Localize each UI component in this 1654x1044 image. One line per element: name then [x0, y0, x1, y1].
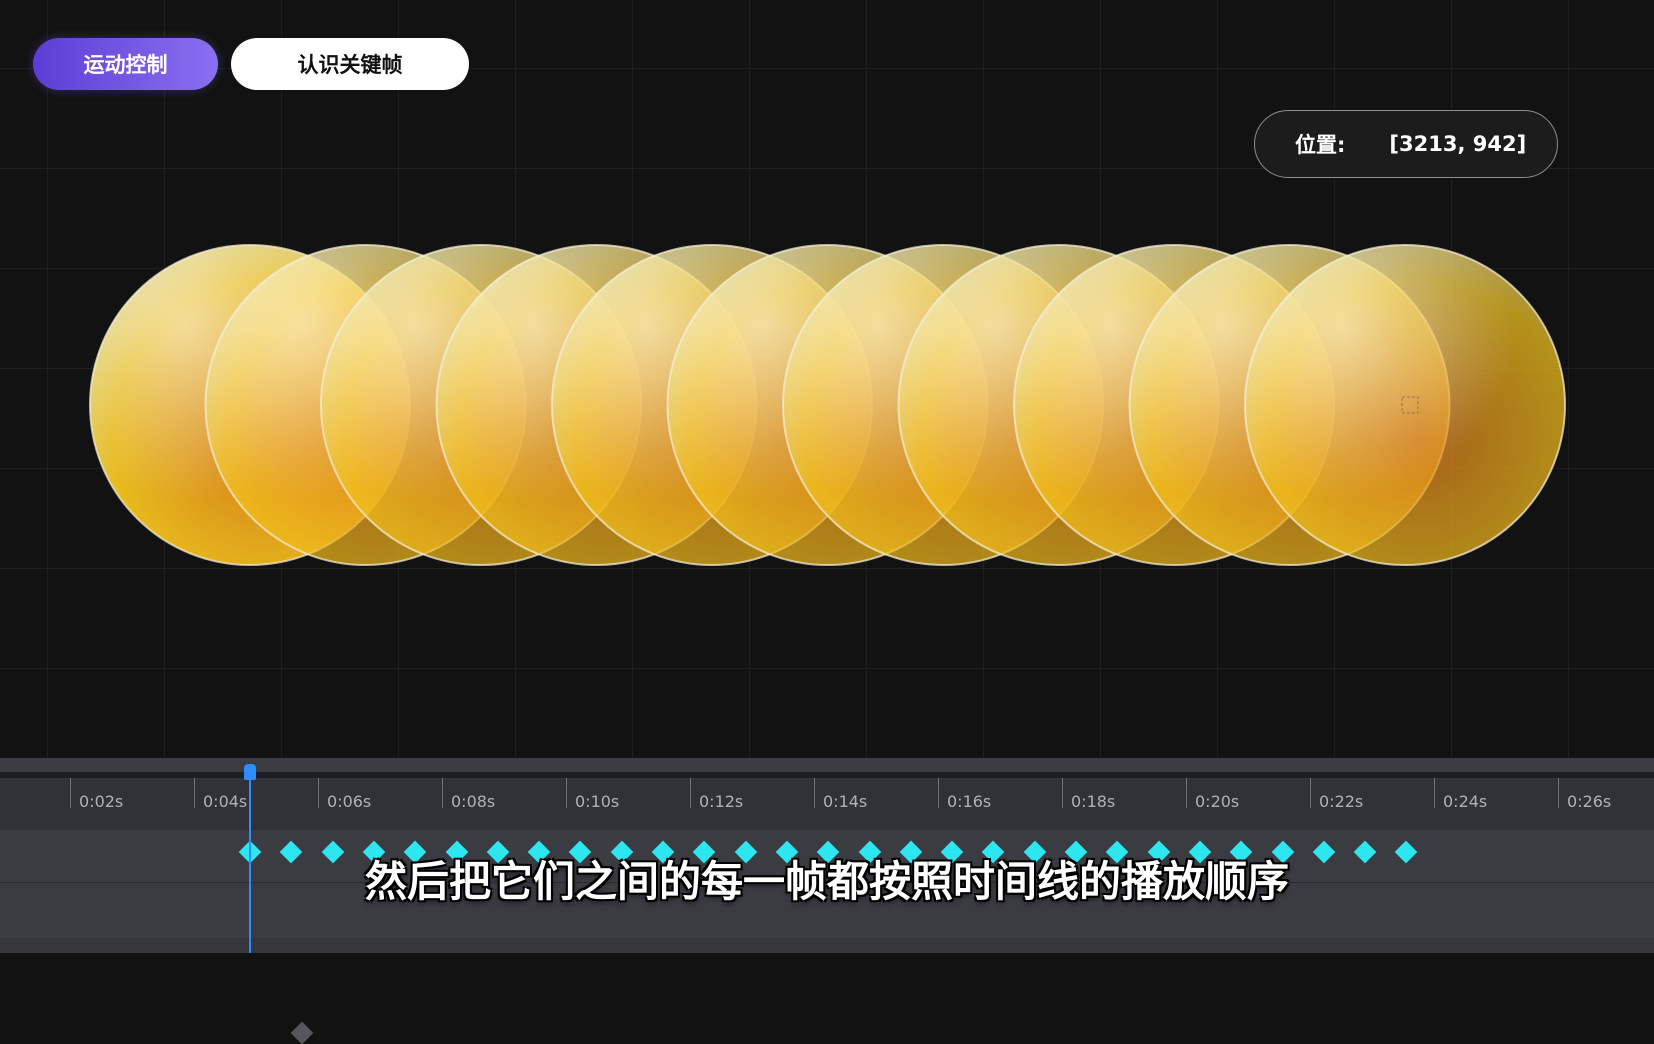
ruler-tick-label: 0:18s [1071, 792, 1116, 811]
ruler-tick [442, 778, 443, 808]
ruler-tick-label: 0:24s [1443, 792, 1488, 811]
ruler-tick-label: 0:06s [327, 792, 372, 811]
ruler-tick [70, 778, 71, 808]
ruler-tick [814, 778, 815, 808]
ruler-tick-label: 0:16s [947, 792, 992, 811]
ruler-tick-label: 0:12s [699, 792, 744, 811]
playhead-handle[interactable] [244, 764, 256, 780]
ruler-tick [1310, 778, 1311, 808]
ruler-tick-label: 0:20s [1195, 792, 1240, 811]
ruler-tick [1062, 778, 1063, 808]
tab-motion-control[interactable]: 运动控制 [33, 38, 218, 90]
ruler-tick [690, 778, 691, 808]
ruler-tick [318, 778, 319, 808]
ruler-tick-label: 0:10s [575, 792, 620, 811]
keyframe-marker-inactive[interactable] [290, 1021, 314, 1044]
ruler-tick-label: 0:26s [1567, 792, 1612, 811]
ruler-tick-label: 0:08s [451, 792, 496, 811]
ball-frame [1244, 244, 1566, 566]
ruler-tick [1434, 778, 1435, 808]
position-readout: 位置: [3213, 942] [1254, 110, 1558, 178]
ruler-tick-label: 0:14s [823, 792, 868, 811]
position-label: 位置: [1295, 133, 1346, 157]
ruler-tick [566, 778, 567, 808]
subtitle-caption: 然后把它们之间的每一帧都按照时间线的播放顺序 [364, 857, 1289, 906]
ruler-tick-label: 0:02s [79, 792, 124, 811]
position-value: [3213, 942] [1389, 132, 1527, 156]
ruler-tick [1558, 778, 1559, 808]
ruler-tick [194, 778, 195, 808]
ruler-tick-label: 0:04s [203, 792, 248, 811]
ruler-tick [938, 778, 939, 808]
ruler-tick-label: 0:22s [1319, 792, 1364, 811]
tab-keyframe-intro[interactable]: 认识关键帧 [231, 38, 469, 90]
ruler-tick [1186, 778, 1187, 808]
